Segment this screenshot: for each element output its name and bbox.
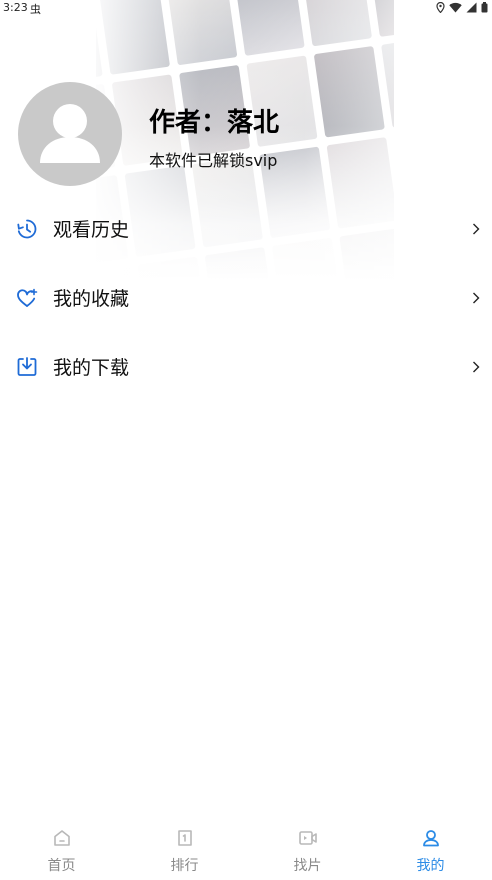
nav-tab-ranking[interactable]: 排行 <box>123 818 246 880</box>
menu-label-history: 观看历史 <box>53 219 130 241</box>
battery-icon <box>481 2 488 13</box>
menu-list: 观看历史 我的收藏 我的下载 <box>0 194 492 401</box>
status-bar: 3:23 虫 <box>0 0 492 16</box>
history-icon <box>17 219 37 238</box>
menu-label-downloads: 我的下载 <box>53 357 130 379</box>
menu-item-downloads[interactable]: 我的下载 <box>0 332 492 401</box>
status-icons <box>436 2 488 13</box>
ranking-icon <box>177 830 192 846</box>
wifi-icon <box>449 2 462 13</box>
favorite-heart-icon <box>17 288 38 307</box>
chevron-right-icon <box>473 292 480 303</box>
status-time: 3:23 <box>3 1 28 14</box>
nav-tab-home[interactable]: 首页 <box>0 818 123 880</box>
video-camera-icon <box>298 831 317 845</box>
nav-label-find-movies: 找片 <box>293 858 322 874</box>
chevron-right-icon <box>473 361 480 372</box>
bottom-navigation: 首页 排行 找片 我的 <box>0 818 492 880</box>
avatar[interactable] <box>18 82 122 186</box>
profile-subtitle: 本软件已解锁svip <box>149 151 278 170</box>
nav-label-home: 首页 <box>47 858 76 874</box>
notification-icon: 虫 <box>30 3 41 16</box>
nav-tab-find-movies[interactable]: 找片 <box>246 818 369 880</box>
location-icon <box>436 2 445 13</box>
user-icon <box>422 830 439 847</box>
nav-label-mine: 我的 <box>416 858 445 874</box>
profile-name: 作者：落北 <box>149 108 280 138</box>
nav-tab-mine[interactable]: 我的 <box>369 818 492 880</box>
default-user-icon <box>40 104 100 163</box>
menu-label-favorites: 我的收藏 <box>53 288 130 310</box>
signal-icon <box>466 2 477 13</box>
chevron-right-icon <box>473 223 480 234</box>
home-icon <box>53 830 70 846</box>
menu-item-favorites[interactable]: 我的收藏 <box>0 263 492 332</box>
nav-label-ranking: 排行 <box>170 858 199 874</box>
menu-item-history[interactable]: 观看历史 <box>0 194 492 263</box>
download-icon <box>17 356 37 376</box>
